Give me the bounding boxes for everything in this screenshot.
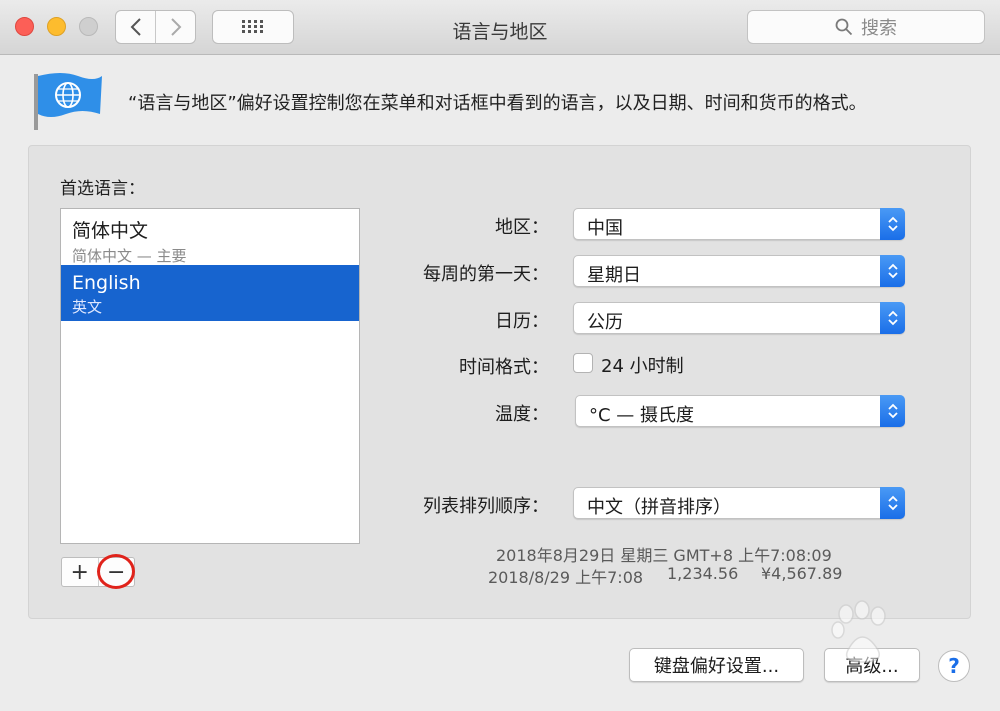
search-icon (835, 18, 853, 36)
language-name: 简体中文 (72, 220, 149, 242)
up-down-arrows-icon (880, 395, 905, 427)
temperature-label: 温度： (495, 404, 549, 425)
calendar-value: 公历 (587, 312, 623, 333)
pane-description: “语言与地区”偏好设置控制您在菜单和对话框中看到的语言，以及日期、时间和货币的格… (128, 93, 867, 114)
sort-order-value: 中文（拼音排序） (587, 497, 731, 518)
language-detail: 英文 (72, 298, 103, 316)
chevron-left-icon (130, 18, 141, 36)
up-down-arrows-icon (880, 255, 905, 287)
close-window-button[interactable] (15, 17, 34, 36)
minimize-window-button[interactable] (47, 17, 66, 36)
language-item-simplified-chinese[interactable]: 简体中文 简体中文 — 主要 (61, 209, 359, 265)
annotation-circle (97, 554, 135, 589)
calendar-popup[interactable]: 公历 (573, 302, 905, 334)
region-popup[interactable]: 中国 (573, 208, 905, 240)
region-value: 中国 (587, 218, 623, 239)
up-down-arrows-icon (880, 208, 905, 240)
sort-order-popup[interactable]: 中文（拼音排序） (573, 487, 905, 519)
up-down-arrows-icon (880, 302, 905, 334)
zoom-window-button[interactable] (79, 17, 98, 36)
time-format-label: 时间格式： (459, 357, 549, 378)
preferences-window: 语言与地区 搜索 “语言与地区”偏好设置控制您在菜单和对话框中看到的语言，以及日… (0, 0, 1000, 711)
up-down-arrows-icon (880, 487, 905, 519)
add-language-button[interactable]: + (62, 558, 98, 586)
baidu-paw-watermark-icon (831, 600, 886, 663)
preferred-languages-list[interactable]: 简体中文 简体中文 — 主要 English 英文 (60, 208, 360, 544)
sample-number: 1,234.56 (667, 564, 739, 583)
first-day-value: 星期日 (587, 265, 641, 286)
temperature-value: °C — 摄氏度 (589, 405, 695, 426)
sample-currency: ¥4,567.89 (761, 564, 843, 583)
calendar-label: 日历： (495, 311, 549, 332)
language-region-flag-icon (34, 73, 102, 130)
first-day-label: 每周的第一天： (423, 264, 549, 285)
window-title: 语言与地区 (452, 21, 548, 43)
region-label: 地区： (495, 217, 549, 238)
first-day-popup[interactable]: 星期日 (573, 255, 905, 287)
sort-order-label: 列表排列顺序： (423, 496, 549, 517)
search-field[interactable]: 搜索 (747, 10, 985, 44)
show-all-button[interactable] (212, 10, 294, 44)
language-detail: 简体中文 — 主要 (72, 247, 187, 265)
back-button[interactable] (116, 11, 155, 43)
search-placeholder: 搜索 (861, 18, 897, 39)
help-button[interactable]: ? (938, 650, 970, 682)
navigation-buttons (115, 10, 196, 44)
preferred-languages-label: 首选语言： (60, 179, 145, 199)
language-item-english[interactable]: English 英文 (61, 265, 359, 321)
title-bar: 语言与地区 搜索 (0, 0, 1000, 55)
sample-date-time: 2018年8月29日 星期三 GMT+8 上午7:08:09 (496, 546, 832, 565)
temperature-popup[interactable]: °C — 摄氏度 (575, 395, 905, 427)
sample-short-date: 2018/8/29 上午7:08 (488, 568, 644, 587)
chevron-right-icon (170, 18, 181, 36)
24-hour-checkbox-label[interactable]: 24 小时制 (601, 352, 684, 378)
grid-icon (242, 20, 263, 33)
24-hour-checkbox[interactable] (573, 353, 593, 373)
forward-button[interactable] (155, 11, 195, 43)
language-name: English (72, 272, 141, 294)
